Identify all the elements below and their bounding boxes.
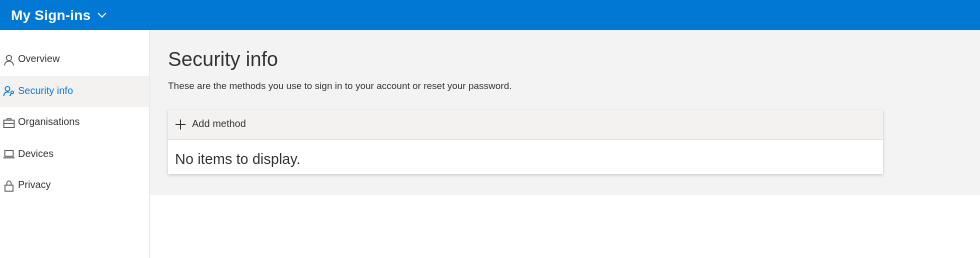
briefcase-icon — [3, 117, 15, 129]
sidebar-item-privacy[interactable]: Privacy — [0, 170, 149, 202]
person-key-icon — [3, 85, 15, 97]
sidebar-item-label: Security info — [18, 85, 74, 97]
laptop-icon — [3, 148, 15, 160]
page-description: These are the methods you use to sign in… — [168, 81, 512, 92]
sidebar-item-overview[interactable]: Overview — [0, 44, 149, 76]
page-title: Security info — [168, 49, 279, 71]
chevron-down-icon — [97, 11, 107, 19]
sidebar-nav: Overview Security info Organisations Dev… — [0, 30, 150, 258]
add-method-label: Add method — [192, 119, 246, 130]
app-switcher-button[interactable]: My Sign-ins — [11, 7, 107, 23]
top-bar: My Sign-ins — [0, 0, 980, 30]
main-content: Security info These are the methods you … — [150, 30, 980, 195]
security-methods-card: Add method No items to display. — [168, 110, 883, 174]
plus-icon — [175, 119, 186, 130]
sidebar-item-label: Overview — [18, 54, 60, 66]
person-icon — [3, 54, 15, 66]
lock-icon — [3, 180, 15, 192]
sidebar-item-label: Privacy — [18, 180, 51, 192]
empty-state-message: No items to display. — [175, 152, 301, 168]
card-toolbar: Add method — [168, 110, 883, 140]
sidebar-item-security-info[interactable]: Security info — [0, 75, 149, 107]
sidebar-item-label: Organisations — [18, 117, 80, 129]
sidebar-item-label: Devices — [18, 148, 54, 160]
sidebar-item-organisations[interactable]: Organisations — [0, 107, 149, 139]
app-title: My Sign-ins — [11, 7, 91, 23]
sidebar-item-devices[interactable]: Devices — [0, 139, 149, 171]
add-method-button[interactable]: Add method — [175, 119, 246, 130]
